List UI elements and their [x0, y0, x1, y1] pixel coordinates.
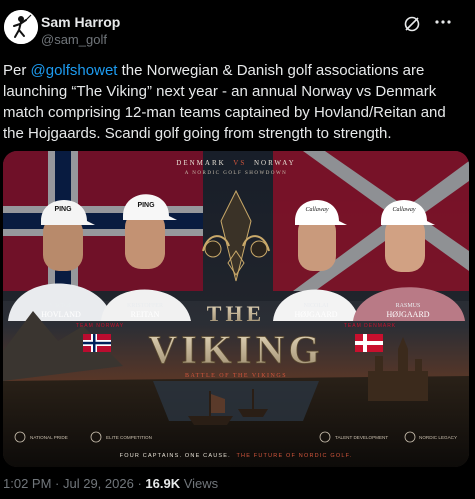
cap-logo: Callaway: [392, 207, 415, 213]
player-last-name: REITAN: [131, 310, 160, 319]
denmark-flag-small: [355, 334, 383, 352]
poster-tagline: BATTLE OF THE VIKINGS: [185, 373, 287, 379]
player-first-name: VIKTOR: [50, 303, 73, 309]
tweet-date-link[interactable]: Jul 29, 2026: [63, 476, 134, 491]
team-norway-label: TEAM NORWAY: [76, 323, 124, 329]
svg-text:NATIONAL PRIDE: NATIONAL PRIDE: [30, 435, 68, 440]
poster-footer-a: FOUR CAPTAINS. ONE CAUSE.: [120, 453, 231, 459]
player-last-name: HOVLAND: [41, 310, 81, 319]
cap-logo: PING: [54, 206, 72, 213]
author-handle[interactable]: @sam_golf: [41, 32, 107, 47]
poster-title-main: VIKING: [148, 327, 323, 372]
meta-separator: ·: [51, 476, 63, 491]
mention-link[interactable]: @golfshowet: [31, 62, 118, 79]
svg-text:FOUR CAPTAINS. ONE CAUSE.: FOUR CAPTAINS. ONE CAUSE. THE FUTURE OF …: [120, 453, 353, 459]
poster-norway-text: NORWAY: [254, 159, 296, 167]
golfer-avatar-icon: [4, 10, 38, 44]
player-first-name: NICOLAI: [304, 303, 329, 309]
views-count: 16.9K: [145, 476, 181, 491]
poster-subtitle: A NORDIC GOLF SHOWDOWN: [185, 171, 288, 176]
poster-title-the: THE: [207, 301, 265, 326]
the-viking-poster: DENMARK VS NORWAY A NORDIC GOLF SHOWDOWN…: [3, 151, 469, 467]
poster-denmark-text: DENMARK: [176, 159, 225, 167]
cap-logo: Callaway: [305, 207, 328, 213]
tweet-time-link[interactable]: 1:02 PM: [3, 476, 51, 491]
author-name[interactable]: Sam Harrop: [41, 14, 120, 30]
poster-vs-text: VS: [233, 159, 246, 167]
meta-separator: ·: [133, 476, 146, 491]
cap-logo: PING: [137, 202, 155, 209]
player-last-name: HØJGAARD: [294, 310, 337, 319]
svg-text:DENMARK VS NORWAY: DENMARK VS NORWAY: [176, 159, 295, 167]
svg-text:ELITE COMPETITION: ELITE COMPETITION: [106, 435, 152, 440]
tweet-header: Sam Harrop @sam_golf: [0, 0, 475, 60]
more-options-icon[interactable]: [433, 12, 465, 32]
tweet-text: Per @golfshowet the Norwegian & Danish g…: [3, 60, 469, 144]
norway-flag-small: [83, 334, 111, 352]
svg-text:TALENT DEVELOPMENT: TALENT DEVELOPMENT: [335, 435, 388, 440]
team-denmark-label: TEAM DENMARK: [344, 323, 396, 329]
player-first-name: RASMUS: [396, 303, 421, 309]
tweet-text-part: Per: [3, 62, 31, 79]
views-label: Views: [180, 476, 219, 491]
author-avatar[interactable]: [4, 10, 38, 44]
grok-icon[interactable]: [402, 14, 422, 34]
player-first-name: KRISTOFFER: [127, 303, 163, 309]
svg-text:NORDIC LEGACY: NORDIC LEGACY: [419, 435, 457, 440]
player-last-name: HØJGAARD: [386, 310, 429, 319]
tweet-meta: 1:02 PM · Jul 29, 2026 · 16.9K Views: [3, 476, 218, 491]
tweet-media-image[interactable]: DENMARK VS NORWAY A NORDIC GOLF SHOWDOWN…: [3, 151, 469, 467]
poster-footer-b: THE FUTURE OF NORDIC GOLF.: [236, 453, 352, 459]
